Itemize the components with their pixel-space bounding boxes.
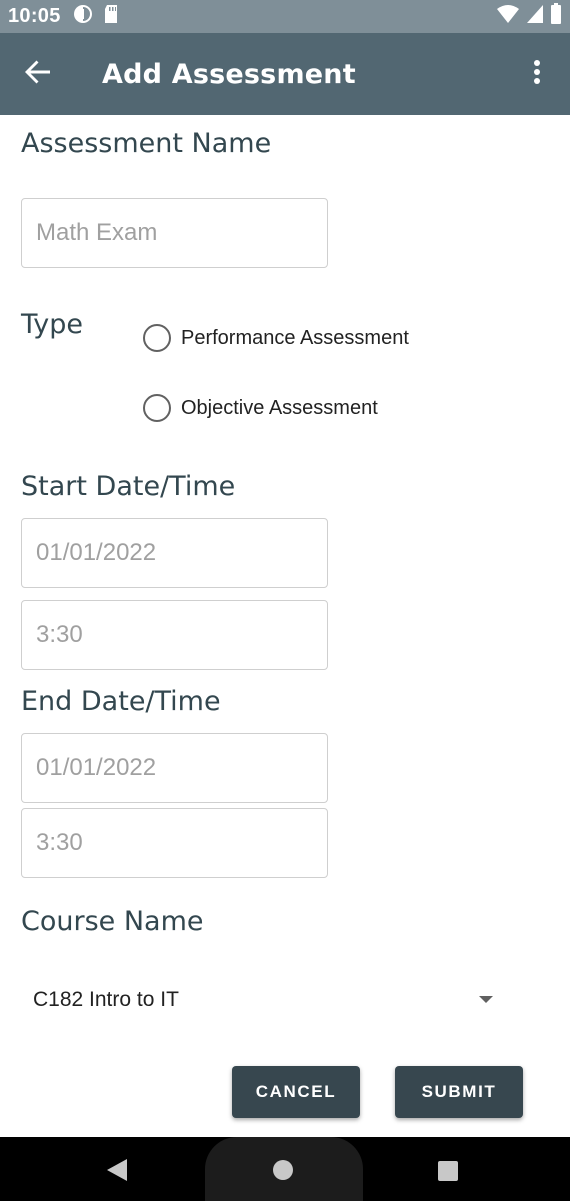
- sd-card-icon: [103, 4, 119, 29]
- page-title: Add Assessment: [102, 58, 356, 90]
- nav-recents-icon[interactable]: [438, 1161, 458, 1181]
- battery-icon: [550, 3, 562, 30]
- course-name-label: Course Name: [21, 906, 204, 937]
- status-bar: 10:05: [0, 0, 570, 33]
- signal-icon: [526, 4, 544, 29]
- submit-button[interactable]: SUBMIT: [395, 1066, 523, 1118]
- cancel-button[interactable]: CANCEL: [232, 1066, 360, 1118]
- system-nav-bar: [0, 1137, 570, 1201]
- radio-circle-icon[interactable]: [143, 324, 171, 352]
- radio-label[interactable]: Objective Assessment: [181, 397, 378, 420]
- type-label: Type: [21, 309, 84, 340]
- nav-back-icon[interactable]: [106, 1158, 128, 1187]
- end-time-input[interactable]: [36, 829, 327, 857]
- start-time-input[interactable]: [36, 621, 327, 649]
- arrow-back-icon: [24, 58, 52, 91]
- dropdown-arrow-icon: [479, 996, 493, 1003]
- start-datetime-label: Start Date/Time: [21, 471, 236, 502]
- radio-label[interactable]: Performance Assessment: [181, 327, 409, 350]
- radio-circle-icon[interactable]: [143, 394, 171, 422]
- radio-performance-assessment[interactable]: Performance Assessment: [143, 324, 409, 352]
- app-bar: Add Assessment: [0, 33, 570, 115]
- back-button[interactable]: [0, 33, 76, 115]
- course-name-spinner[interactable]: C182 Intro to IT: [21, 972, 511, 1028]
- status-right-icons: [496, 3, 562, 30]
- start-time-field[interactable]: [21, 600, 328, 670]
- assessment-name-input[interactable]: [36, 219, 327, 247]
- nav-home-icon[interactable]: [273, 1160, 293, 1180]
- assessment-name-label: Assessment Name: [21, 128, 272, 159]
- wifi-icon: [496, 4, 520, 29]
- status-left-icons: [73, 4, 119, 29]
- end-datetime-label: End Date/Time: [21, 686, 221, 717]
- data-saver-icon: [73, 4, 93, 29]
- status-time: 10:05: [8, 5, 61, 27]
- radio-objective-assessment[interactable]: Objective Assessment: [143, 394, 378, 422]
- start-date-input[interactable]: [36, 539, 327, 567]
- end-date-field[interactable]: [21, 733, 328, 803]
- start-date-field[interactable]: [21, 518, 328, 588]
- more-vert-icon: [533, 59, 541, 90]
- overflow-menu-button[interactable]: [522, 59, 552, 89]
- assessment-name-field[interactable]: [21, 198, 328, 268]
- end-date-input[interactable]: [36, 754, 327, 782]
- course-name-value: C182 Intro to IT: [33, 988, 179, 1011]
- end-time-field[interactable]: [21, 808, 328, 878]
